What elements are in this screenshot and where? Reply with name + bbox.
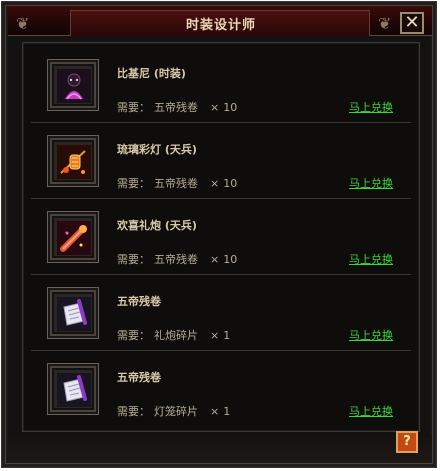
item-slot[interactable] <box>47 287 99 339</box>
times-sign: × <box>210 177 220 190</box>
list-item: 欢喜礼炮 (天兵) 需要： 五帝残卷 × 10 马上兑换 <box>31 199 411 275</box>
item-name: 五帝残卷 <box>117 295 161 308</box>
material-name: 五帝残卷 <box>154 101 198 114</box>
exchange-window: ❦ 时装设计师 ❦ ✕ 比基尼 (时装) 需要： 五帝残卷 × 10 马上兑换 … <box>1 1 437 468</box>
exchange-now-link[interactable]: 马上兑换 <box>349 327 393 343</box>
material-name: 灯笼碎片 <box>154 405 198 418</box>
times-sign: × <box>210 253 220 266</box>
title-plate: 时装设计师 <box>70 10 370 36</box>
item-slot[interactable] <box>47 135 99 187</box>
requirement: 需要： 礼炮碎片 × 1 <box>117 327 234 343</box>
exchange-now-link[interactable]: 马上兑换 <box>349 99 393 115</box>
item-name: 五帝残卷 <box>117 371 161 384</box>
exchange-now-link[interactable]: 马上兑换 <box>349 403 393 419</box>
close-button[interactable]: ✕ <box>400 12 424 34</box>
requirement: 需要： 灯笼碎片 × 1 <box>117 403 234 419</box>
list-item: 五帝残卷 需要： 礼炮碎片 × 1 马上兑换 <box>31 275 411 351</box>
material-qty: 10 <box>223 253 238 266</box>
exchange-now-link[interactable]: 马上兑换 <box>349 175 393 191</box>
window-title: 时装设计师 <box>185 18 256 33</box>
item-name: 比基尼 (时装) <box>117 67 186 80</box>
times-sign: × <box>210 101 220 114</box>
times-sign: × <box>210 329 220 342</box>
item-slot[interactable] <box>47 59 99 111</box>
bikini-costume-icon <box>57 69 91 103</box>
material-qty: 1 <box>223 405 231 418</box>
times-sign: × <box>210 405 220 418</box>
ornament-left-icon: ❦ <box>16 14 30 33</box>
requirement-label: 需要： <box>117 329 150 342</box>
requirement: 需要： 五帝残卷 × 10 <box>117 99 241 115</box>
festive-cannon-icon <box>57 221 91 255</box>
requirement-label: 需要： <box>117 101 150 114</box>
scroll-icon <box>57 297 91 331</box>
material-qty: 10 <box>223 101 238 114</box>
bottom-bar: ? <box>8 431 432 463</box>
help-button[interactable]: ? <box>396 431 418 453</box>
ornament-right-icon: ❦ <box>378 14 392 33</box>
exchange-now-link[interactable]: 马上兑换 <box>349 251 393 267</box>
material-qty: 10 <box>223 177 238 190</box>
requirement-label: 需要： <box>117 253 150 266</box>
item-slot[interactable] <box>47 363 99 415</box>
item-name: 欢喜礼炮 (天兵) <box>117 219 197 232</box>
glazed-lantern-icon <box>57 145 91 179</box>
material-qty: 1 <box>223 329 231 342</box>
requirement: 需要： 五帝残卷 × 10 <box>117 175 241 191</box>
item-slot[interactable] <box>47 211 99 263</box>
material-name: 五帝残卷 <box>154 177 198 190</box>
item-name: 琉璃彩灯 (天兵) <box>117 143 197 156</box>
title-bar: ❦ 时装设计师 ❦ ✕ <box>8 6 432 36</box>
list-item: 五帝残卷 需要： 灯笼碎片 × 1 马上兑换 <box>31 351 411 427</box>
item-list-panel: 比基尼 (时装) 需要： 五帝残卷 × 10 马上兑换 琉璃彩灯 (天兵) 需要… <box>22 42 420 432</box>
requirement-label: 需要： <box>117 177 150 190</box>
material-name: 五帝残卷 <box>154 253 198 266</box>
material-name: 礼炮碎片 <box>154 329 198 342</box>
list-item: 比基尼 (时装) 需要： 五帝残卷 × 10 马上兑换 <box>31 47 411 123</box>
requirement: 需要： 五帝残卷 × 10 <box>117 251 241 267</box>
requirement-label: 需要： <box>117 405 150 418</box>
scroll-icon <box>57 373 91 407</box>
list-item: 琉璃彩灯 (天兵) 需要： 五帝残卷 × 10 马上兑换 <box>31 123 411 199</box>
